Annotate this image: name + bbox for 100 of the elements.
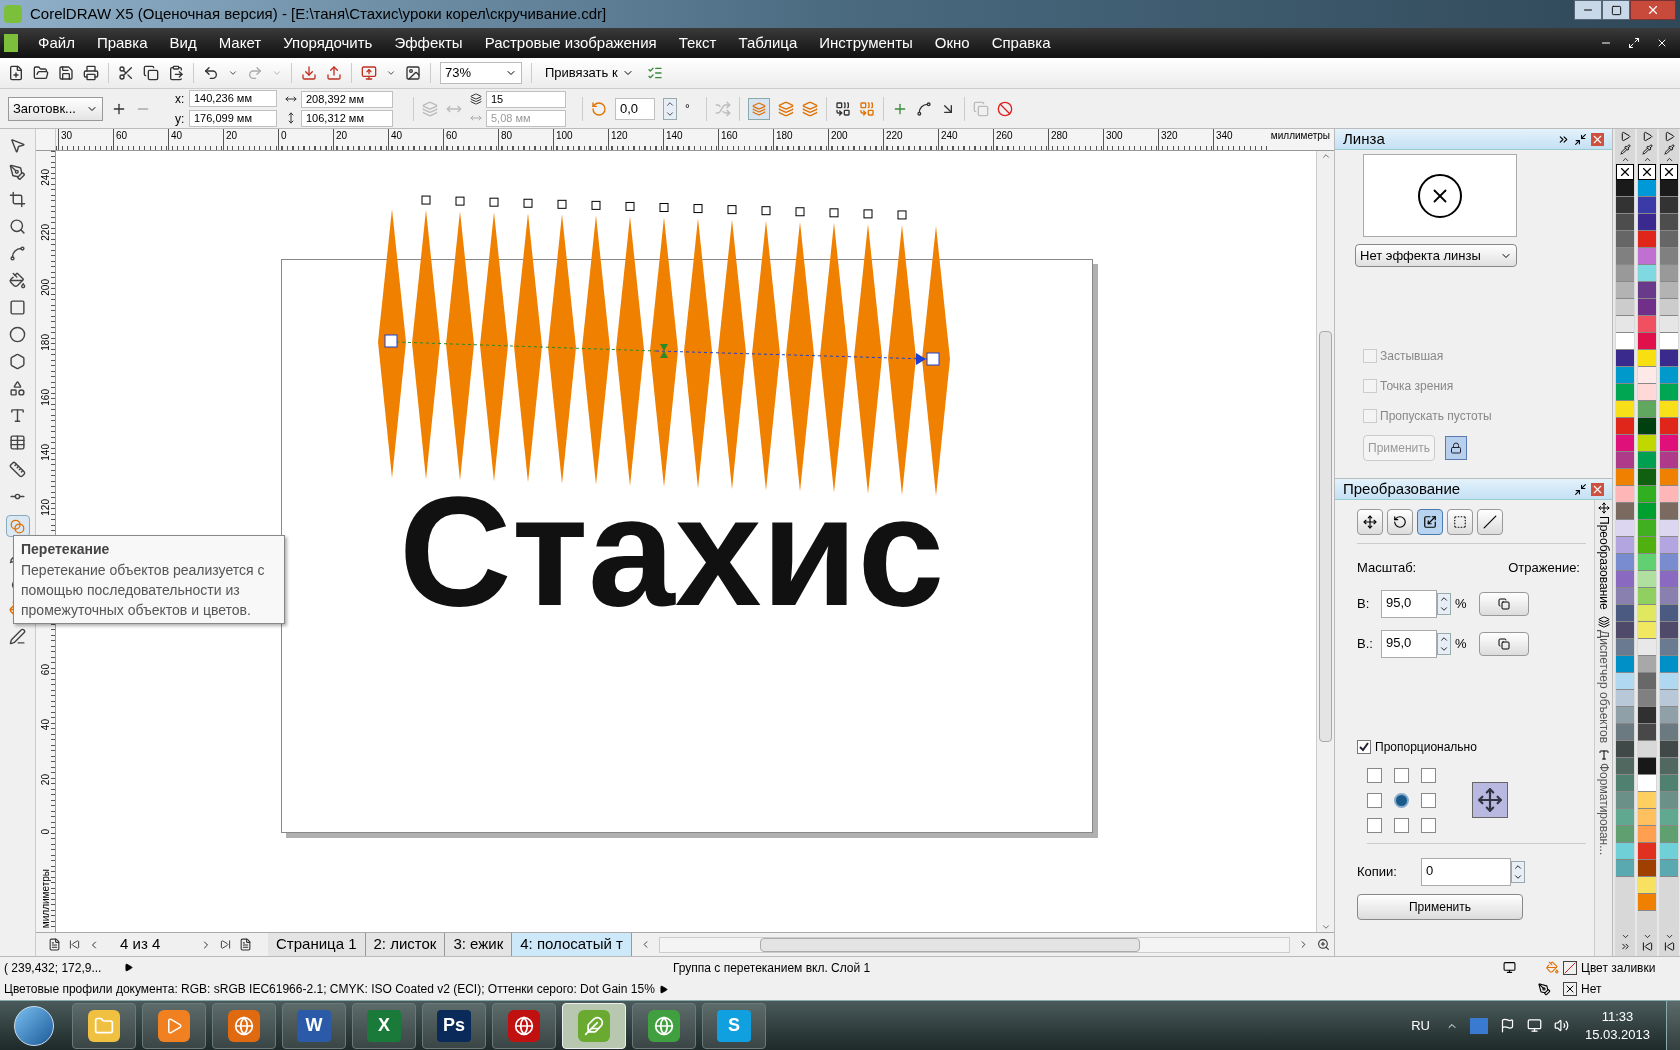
menu-item[interactable]: Справка [991,31,1051,55]
ruler-label: 140 [666,130,683,141]
x-label: x: [175,90,185,108]
ruler-label: 220 [39,224,52,241]
menu-item[interactable]: Вид [169,31,197,55]
width-field[interactable]: 208,392 мм [301,90,393,108]
scale-field[interactable]: 95,0 [1381,589,1437,618]
menu-item[interactable]: Эффекты [394,31,463,55]
ruler-label: 160 [39,389,52,406]
mirror-label: Отражение: [1508,559,1580,577]
ruler-label: 320 [1161,130,1178,141]
language-indicator[interactable]: RU [1411,1015,1430,1036]
menu-item[interactable]: Текст [678,31,717,55]
ruler-label: 260 [996,130,1013,141]
docker-title: Линза [1343,128,1386,149]
preset-dropdown[interactable]: Заготовк... [8,96,103,121]
ruler-label: 180 [39,334,52,351]
window-title: CorelDRAW X5 (Оценочная версия) - [E:\таня\Стахис\уроки корел\скручивание.cdr] [30,3,607,24]
scale-label: Масштаб: [1357,559,1417,577]
menu-item[interactable]: Макет [218,31,262,55]
docker-tab[interactable]: Форматирован... [1595,762,1612,856]
taskbar-button[interactable]: Ps [422,1002,486,1049]
ruler-label: 240 [39,169,52,186]
clock-time[interactable]: 11:33 [1601,1007,1634,1026]
rotation-field[interactable]: 0,0 [615,97,655,120]
ruler-label: 200 [831,130,848,141]
ruler-label: 220 [886,130,903,141]
ruler-unit-label: миллиметры [1270,129,1330,143]
ruler-label: 200 [39,279,52,296]
menu-item[interactable]: Упорядочить [283,31,373,55]
percent-label: % [1455,634,1468,653]
ruler-label: 280 [1051,130,1068,141]
menu-item[interactable]: Растровые изображения [484,31,657,55]
heading-text: Стахис [399,473,945,629]
menu-item[interactable]: Таблица [738,31,798,55]
docker-title: Преобразование [1343,478,1462,499]
ruler-label: 340 [1216,130,1233,141]
axis-label: В: [1357,594,1371,613]
ruler-label: 60 [446,130,458,141]
cursor-coordinates: ( 239,432; 172,9... [4,959,103,977]
lens-effect-dropdown[interactable]: Нет эффекта линзы [1355,244,1517,267]
zoom-dropdown[interactable]: 73% [440,62,522,84]
color-profiles-text: Цветовые профили документа: RGB: sRGB IEC61966-2.1; CMYK: ISO Coated v2 (ECI); Оттенки серого: Dot Gain 15% [4,981,655,999]
fill-label: Цвет заливки [1581,959,1657,977]
ruler-label: 80 [501,130,513,141]
ruler-unit-label: миллиметры [39,868,52,928]
image-editor-icon: Ps [437,1009,471,1042]
ruler-label: 300 [1106,130,1123,141]
ruler-label: 120 [39,499,52,516]
ruler-label: 60 [39,664,52,676]
percent-label: % [1455,594,1468,613]
height-field[interactable]: 106,312 мм [301,109,393,127]
copies-label: Копии: [1357,862,1398,881]
page-count: 4 из 4 [120,934,162,955]
ruler-label: 40 [391,130,403,141]
scale-field[interactable]: 95,0 [1381,629,1437,658]
ruler-label: 40 [171,130,183,141]
taskbar-button[interactable]: X [352,1002,416,1049]
y-position-field[interactable]: 176,099 мм [189,110,277,127]
taskbar-button[interactable]: W [282,1002,346,1049]
page-tab[interactable]: 3: ежик [445,933,513,956]
ruler-label: 60 [116,130,128,141]
axis-label: В.: [1357,634,1374,653]
ruler-label: 180 [776,130,793,141]
ruler-label: 0 [281,130,287,141]
ruler-label: 240 [941,130,958,141]
chat-app-icon: S [717,1009,751,1042]
page-tab[interactable]: 2: листок [365,933,446,956]
apply-button[interactable]: Применить [1357,893,1523,920]
menu-item[interactable]: Файл [38,31,75,55]
page-tab[interactable]: 4: полосатый т [512,933,632,956]
clock-date[interactable]: 15.03.2013 [1584,1025,1650,1044]
y-label: y: [175,110,185,128]
checkbox-label: Застывшая [1380,348,1444,365]
copies-field[interactable]: 0 [1421,857,1511,886]
checkbox-label: Пропускать пустоты [1380,408,1492,425]
snap-to-dropdown[interactable]: Привязать к [541,63,638,83]
document-app-icon: W [297,1009,331,1042]
ruler-label: 40 [39,719,52,731]
steps-field[interactable]: 15 [486,90,566,108]
ruler-label: 20 [336,130,348,141]
menu-item[interactable]: Правка [96,31,148,55]
menu-item[interactable]: Окно [934,31,970,55]
ruler-label: 30 [61,130,73,141]
selection-info: Группа с перетеканием вкл. Слой 1 [673,959,871,977]
degree-sign: ° [685,100,690,118]
docker-tab[interactable]: Диспетчер объектов [1595,629,1612,743]
checkbox-label: Точка зрения [1380,378,1454,395]
ruler-label: 160 [721,130,738,141]
page-tab[interactable]: Страница 1 [268,933,366,956]
menu-item[interactable]: Инструменты [819,31,913,55]
ruler-label: 0 [39,829,52,835]
ruler-label: 20 [226,130,238,141]
docker-tab[interactable]: Преобразование [1595,516,1612,610]
spreadsheet-app-icon: X [367,1009,401,1042]
ruler-label: 100 [556,130,573,141]
x-position-field[interactable]: 140,236 мм [189,90,277,107]
outline-label: Нет [1581,981,1603,999]
checkbox-label: Пропорционально [1375,738,1477,756]
ruler-label: 140 [39,444,52,461]
